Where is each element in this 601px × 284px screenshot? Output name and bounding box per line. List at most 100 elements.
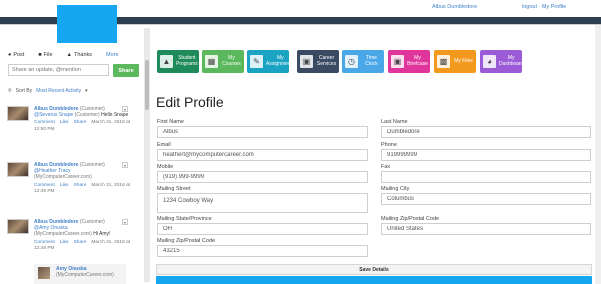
- mobile-label: Mobile: [157, 164, 174, 170]
- comment-link[interactable]: Comment: [34, 240, 55, 245]
- page-scrollbar[interactable]: [595, 25, 601, 284]
- feed-mention[interactable]: @Amy Onuska: [34, 225, 68, 231]
- feed-author-role: (Customer): [79, 219, 105, 225]
- state-label: Mailing State/Province: [157, 216, 212, 222]
- like-link[interactable]: Like: [60, 120, 69, 125]
- country-field[interactable]: [381, 223, 591, 235]
- reply-author: Amy Onuska (MyComputerCareer.com): [56, 266, 114, 278]
- share-button[interactable]: Share: [113, 64, 139, 77]
- tile-label: My Courses: [222, 55, 241, 67]
- feed-scroll-thumb[interactable]: [145, 60, 149, 110]
- save-details-button[interactable]: Save Details: [156, 264, 592, 275]
- tab-file[interactable]: ■ File: [38, 52, 52, 58]
- comment-link[interactable]: Comment: [34, 120, 55, 125]
- feed-mention[interactable]: @Severus Snape: [34, 112, 73, 118]
- feed-mention[interactable]: @Heather Tracy: [34, 168, 70, 174]
- graduation-cap-icon: ▲: [160, 55, 173, 68]
- share-link[interactable]: Share: [74, 240, 87, 245]
- book-icon: ▦: [205, 55, 218, 68]
- fax-label: Fax: [381, 164, 391, 170]
- feed-author-role: (Customer): [79, 162, 105, 168]
- sort-value[interactable]: Most Recent Activity: [36, 88, 81, 94]
- email-field[interactable]: [157, 149, 368, 161]
- last-name-label: Last Name: [381, 119, 408, 125]
- footer-action-bar[interactable]: [156, 276, 592, 284]
- tab-post[interactable]: ● Post: [8, 52, 24, 58]
- street-label: Mailing Street: [157, 186, 191, 192]
- tab-post-label: Post: [13, 52, 25, 58]
- mobile-field[interactable]: [157, 171, 368, 183]
- feed-body: Albus Dumbledore (Customer) @Heather Tra…: [34, 162, 134, 195]
- clock-icon: ◷: [345, 55, 358, 68]
- avatar[interactable]: [7, 219, 29, 234]
- logo[interactable]: [57, 5, 117, 43]
- street-field[interactable]: 1234 Cowboy Way: [157, 193, 368, 213]
- account-links: logout · My Profile: [522, 4, 566, 10]
- city-label: Mailing City: [381, 186, 410, 192]
- tile-student-programs[interactable]: ▲ Student Programs: [157, 50, 199, 73]
- tile-label: Student Programs: [176, 55, 198, 67]
- tab-more-label: More: [106, 52, 119, 58]
- tile-label: Career Services: [316, 55, 337, 67]
- avatar[interactable]: [38, 267, 50, 279]
- pencil-icon: ✎: [250, 55, 263, 68]
- chevron-down-icon[interactable]: ▾: [122, 219, 128, 225]
- sort-control[interactable]: ⚲ Sort By Most Recent Activity ▾: [8, 88, 88, 94]
- feed-mention-role: (MyComputerCareer.com): [34, 174, 92, 181]
- share-link[interactable]: Share: [74, 120, 87, 125]
- first-name-field[interactable]: [157, 126, 368, 138]
- tile-my-dashboard[interactable]: ◕ My Dashboard: [480, 50, 523, 73]
- tile-career-services[interactable]: ▣ Career Services: [297, 50, 339, 73]
- chevron-down-icon[interactable]: ▾: [122, 162, 128, 168]
- search-icon[interactable]: ⚲: [8, 88, 12, 94]
- dashboard-icon: ◕: [483, 55, 496, 68]
- composer-tabs: ● Post ■ File ▲ Thanks More: [8, 52, 133, 58]
- tile-label: Time Clock: [365, 55, 378, 67]
- feed-body: Albus Dumbledore (Customer) @Amy Onuska …: [34, 219, 134, 252]
- avatar[interactable]: [7, 106, 29, 121]
- first-name-label: First Name: [157, 119, 184, 125]
- last-name-field[interactable]: [381, 126, 591, 138]
- feed-actions: Comment Like Share March 31, 2016 at 12:50 …: [34, 120, 134, 132]
- user-name-link[interactable]: Albus Dumbledore: [432, 4, 477, 10]
- feed-author-role: (Customer): [79, 106, 105, 112]
- tile-my-files[interactable]: ▩ My Files: [434, 50, 476, 73]
- tab-more[interactable]: More: [106, 52, 119, 58]
- tab-thanks-label: Thanks: [74, 52, 93, 58]
- tab-thanks[interactable]: ▲ Thanks: [67, 52, 93, 58]
- feed-body: Albus Dumbledore (Customer) @Severus Sna…: [34, 106, 134, 133]
- briefcase-icon: ▣: [300, 55, 313, 68]
- share-link[interactable]: Share: [74, 183, 87, 188]
- zip-field[interactable]: [157, 245, 368, 257]
- tile-time-clock[interactable]: ◷ Time Clock: [342, 50, 384, 73]
- logout-link[interactable]: logout: [522, 4, 537, 10]
- city-field[interactable]: [381, 193, 591, 205]
- tile-my-courses[interactable]: ▦ My Courses: [202, 50, 244, 73]
- chevron-down-icon[interactable]: ▾: [85, 88, 88, 94]
- country-label: Mailing Zip/Postal Code: [381, 216, 440, 222]
- feed-author[interactable]: Albus Dumbledore: [34, 162, 78, 168]
- feed-mention-role: (Customer): [74, 112, 100, 119]
- tile-label: My Assignments: [266, 55, 295, 67]
- reply-author-role: (MyComputerCareer.com): [56, 272, 114, 278]
- phone-field[interactable]: [381, 149, 591, 161]
- tile-my-assignments[interactable]: ✎ My Assignments: [247, 50, 295, 73]
- fax-field[interactable]: [381, 171, 591, 183]
- zip-label: Mailing Zip/Postal Code: [157, 238, 216, 244]
- my-profile-link[interactable]: My Profile: [542, 4, 566, 10]
- comment-link[interactable]: Comment: [34, 183, 55, 188]
- thumbs-up-icon: ▲: [66, 52, 72, 58]
- feed-author[interactable]: Albus Dumbledore: [34, 219, 78, 225]
- like-link[interactable]: Like: [60, 240, 69, 245]
- briefcase-icon: ▣: [391, 55, 404, 68]
- email-label: Email: [157, 142, 171, 148]
- share-update-input[interactable]: [8, 64, 109, 76]
- state-field[interactable]: [157, 223, 368, 235]
- like-link[interactable]: Like: [60, 183, 69, 188]
- tab-file-label: File: [43, 52, 53, 58]
- phone-label: Phone: [381, 142, 397, 148]
- tile-my-briefcase[interactable]: ▣ My Briefcase: [388, 50, 430, 73]
- avatar[interactable]: [7, 162, 29, 177]
- chevron-down-icon[interactable]: ▾: [122, 106, 128, 112]
- feed-author[interactable]: Albus Dumbledore: [34, 106, 78, 112]
